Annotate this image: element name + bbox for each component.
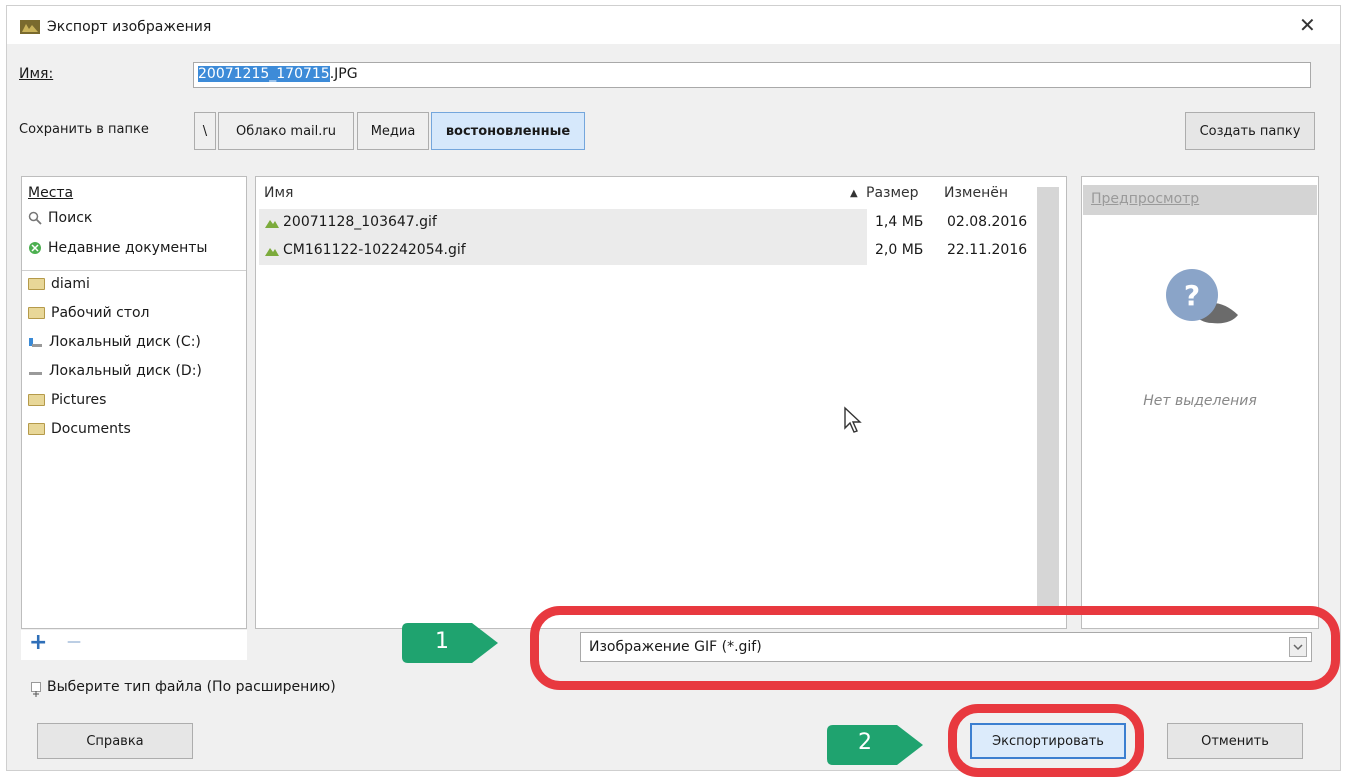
file-size: 1,4 МБ [875,214,924,230]
export-image-dialog: Экспорт изображения ✕ Имя: 20071215_1707… [6,5,1341,777]
place-desktop[interactable]: Рабочий стол [28,305,150,321]
places-separator [22,270,246,271]
place-recent-documents[interactable]: Недавние документы [28,240,208,256]
remove-place-button[interactable]: — [67,634,81,650]
expand-plus-icon[interactable] [31,682,41,697]
place-label: diami [51,276,90,292]
search-icon [28,211,42,225]
breadcrumb-root[interactable]: \ [194,112,216,150]
place-label: Рабочий стол [51,305,150,321]
place-drive-d[interactable]: Локальный диск (D:) [28,363,202,379]
folder-icon [28,278,45,290]
folder-icon [28,394,45,406]
save-in-folder-label: Сохранить в папке [19,122,149,137]
marker-arrow-2 [827,725,923,765]
create-folder-button[interactable]: Создать папку [1185,112,1315,150]
gimp-app-icon [20,20,40,34]
file-row[interactable]: 20071128_103647.gif [259,209,867,237]
breadcrumb-recovered[interactable]: востоновленные [431,112,585,150]
column-name-header[interactable]: Имя [264,185,293,201]
drive-icon [29,338,42,347]
file-name-input[interactable]: 20071215_170715.JPG [193,62,1311,88]
recent-icon [29,242,41,254]
breadcrumb-cloud-mail[interactable]: Облако mail.ru [218,112,354,150]
place-documents[interactable]: Documents [28,421,131,437]
file-modified: 22.11.2016 [947,242,1028,258]
close-icon[interactable]: ✕ [1299,14,1316,36]
drive-icon [29,372,42,375]
breadcrumb-media[interactable]: Медиа [357,112,429,150]
preview-header: Предпросмотр [1083,185,1317,215]
callout-export [948,704,1144,777]
file-row[interactable]: CM161122-102242054.gif [259,237,867,265]
mouse-cursor-icon [844,406,862,433]
place-label: Локальный диск (D:) [49,363,202,379]
folder-icon [28,423,45,435]
marker-arrow-1 [402,623,498,663]
select-file-type-expander[interactable]: Выберите тип файла (По расширению) [47,679,336,695]
callout-file-type [530,606,1340,690]
file-name: CM161122-102242054.gif [283,242,466,258]
place-label: Поиск [48,210,93,226]
help-button[interactable]: Справка [37,723,193,759]
name-label: Имя: [19,66,54,82]
column-modified-header[interactable]: Изменён [944,185,1008,201]
image-file-icon [265,248,279,256]
file-name-extension: .JPG [329,66,358,82]
file-name: 20071128_103647.gif [283,214,437,230]
place-label: Недавние документы [48,240,208,256]
places-panel: Места Поиск Недавние документы diami Раб… [21,176,247,629]
title-bar: Экспорт изображения ✕ [7,6,1340,44]
place-search[interactable]: Поиск [28,210,92,226]
places-buttons-bar [21,630,247,660]
cancel-button[interactable]: Отменить [1167,723,1303,759]
place-label: Documents [51,421,131,437]
place-label: Pictures [51,392,107,408]
preview-panel: Предпросмотр ? Нет выделения [1081,176,1319,629]
unknown-image-icon: ? [1166,269,1238,324]
column-size-header[interactable]: Размер [866,185,919,201]
svg-text:?: ? [1184,279,1200,312]
no-selection-text: Нет выделения [1143,393,1257,409]
place-diami[interactable]: diami [28,276,90,292]
place-label: Локальный диск (C:) [49,334,201,350]
image-file-icon [265,220,279,228]
file-modified: 02.08.2016 [947,214,1028,230]
file-list-scrollbar[interactable] [1037,187,1059,612]
preview-header-label: Предпросмотр [1091,191,1200,207]
folder-icon [28,307,45,319]
marker-number-1: 1 [435,629,449,654]
marker-number-2: 2 [858,730,872,755]
places-header: Места [28,185,74,201]
place-drive-c[interactable]: Локальный диск (C:) [28,334,201,350]
place-pictures[interactable]: Pictures [28,392,106,408]
add-place-button[interactable]: + [29,630,47,655]
file-size: 2,0 МБ [875,242,924,258]
window-title: Экспорт изображения [47,19,212,35]
file-name-selected-text: 20071215_170715 [198,66,330,82]
sort-ascending-icon: ▲ [850,188,858,199]
